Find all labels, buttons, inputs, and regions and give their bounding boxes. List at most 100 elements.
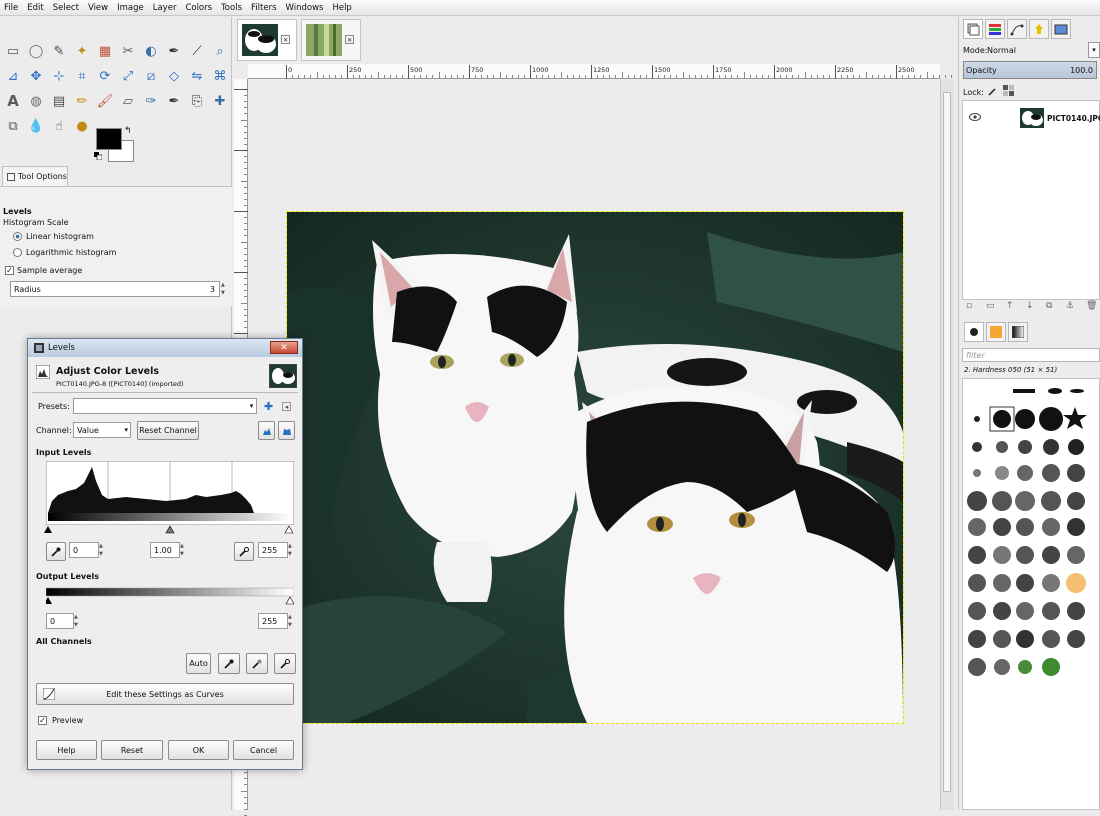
tab-gradients[interactable]	[1008, 322, 1028, 342]
anchor-layer-icon[interactable]: ⚓	[1066, 301, 1074, 311]
pick-white-all-button[interactable]	[274, 653, 296, 674]
layer-row[interactable]: PICT0140.JPG	[963, 105, 1100, 131]
edit-as-curves-button[interactable]: Edit these Settings as Curves	[36, 683, 294, 705]
levels-titlebar[interactable]: Levels ✕	[28, 339, 302, 357]
tab-patterns[interactable]	[986, 322, 1006, 342]
text-icon[interactable]: A	[4, 92, 22, 110]
presets-combo[interactable]	[73, 398, 257, 414]
smudge-icon[interactable]: ☝	[50, 117, 68, 135]
reset-channel-button[interactable]: Reset Channel	[137, 421, 199, 440]
presets-menu-icon[interactable]: ◂	[282, 402, 291, 411]
menu-view[interactable]: View	[88, 3, 108, 13]
input-sliders[interactable]	[44, 525, 294, 534]
bucket-fill-icon[interactable]: ◍	[27, 92, 45, 110]
input-high-field[interactable]: 255	[258, 542, 288, 558]
scale-icon[interactable]: ⤢	[119, 67, 137, 85]
ok-button[interactable]: OK	[168, 740, 229, 760]
pencil-icon[interactable]: ✏	[73, 92, 91, 110]
blend-icon[interactable]: ▤	[50, 92, 68, 110]
preview-checkbox[interactable]: ✓	[38, 716, 47, 725]
heal-icon[interactable]: ✚	[211, 92, 229, 110]
cancel-button[interactable]: Cancel	[233, 740, 294, 760]
output-low-spinner[interactable]: ▲ ▼	[74, 613, 80, 629]
duplicate-layer-icon[interactable]: ⧉	[1046, 301, 1052, 311]
menu-windows[interactable]: Windows	[286, 3, 324, 13]
close-tab-icon[interactable]: ×	[345, 35, 354, 44]
menu-filters[interactable]: Filters	[251, 3, 276, 13]
airbrush-icon[interactable]: ✑	[142, 92, 160, 110]
new-layer-icon[interactable]: ▫	[966, 301, 972, 311]
output-low-field[interactable]: 0	[46, 613, 74, 629]
paintbrush-icon[interactable]: 🖌	[96, 92, 114, 110]
pick-black-all-button[interactable]	[218, 653, 240, 674]
tab-tool-options[interactable]: Tool Options	[2, 166, 68, 186]
lock-alpha-icon[interactable]	[1003, 85, 1014, 96]
move-icon[interactable]: ✥	[27, 67, 45, 85]
new-group-icon[interactable]: ▭	[986, 301, 995, 311]
radius-field[interactable]: Radius 3	[10, 281, 220, 297]
crop-icon[interactable]: ⌗	[73, 67, 91, 85]
rect-select-icon[interactable]: ▭	[4, 42, 22, 60]
presets-dropdown-arrow[interactable]: ▾	[246, 399, 257, 413]
lock-pixels-icon[interactable]	[987, 86, 997, 96]
image-tab-1[interactable]: ×	[237, 19, 297, 61]
tab-paths[interactable]	[1007, 19, 1027, 39]
help-button[interactable]: Help	[36, 740, 97, 760]
dodge-burn-icon[interactable]: ●	[73, 117, 91, 135]
close-icon[interactable]: ✕	[270, 341, 298, 354]
auto-button[interactable]: Auto	[186, 653, 211, 674]
vertical-scrollbar-thumb[interactable]	[943, 92, 951, 792]
output-gradient[interactable]	[46, 586, 294, 606]
brush-grid[interactable]	[962, 378, 1100, 810]
menu-layer[interactable]: Layer	[153, 3, 177, 13]
free-select-icon[interactable]: ✎	[50, 42, 68, 60]
blur-icon[interactable]: 💧	[27, 117, 45, 135]
swap-colors-icon[interactable]: ↰	[124, 126, 132, 136]
menu-edit[interactable]: Edit	[27, 3, 43, 13]
raise-layer-icon[interactable]: ↑	[1006, 301, 1014, 311]
mode-dropdown-arrow[interactable]: ▾	[1088, 42, 1100, 58]
eraser-icon[interactable]: ▱	[119, 92, 137, 110]
shear-icon[interactable]: ⧄	[142, 67, 160, 85]
menu-tools[interactable]: Tools	[221, 3, 242, 13]
foreground-color-swatch[interactable]	[96, 128, 122, 150]
reset-colors-icon[interactable]	[94, 152, 102, 160]
brush-filter-field[interactable]: filter	[962, 348, 1100, 362]
foreground-select-icon[interactable]: ◐	[142, 42, 160, 60]
add-preset-icon[interactable]: ✚	[264, 400, 273, 413]
rotate-icon[interactable]: ⟳	[96, 67, 114, 85]
linear-histogram-radio[interactable]	[13, 232, 22, 241]
fuzzy-select-icon[interactable]: ✦	[73, 42, 91, 60]
by-color-select-icon[interactable]: ▦	[96, 42, 114, 60]
pick-white-point-button[interactable]	[234, 542, 254, 561]
ink-icon[interactable]: ✒	[165, 92, 183, 110]
flip-icon[interactable]: ⇋	[188, 67, 206, 85]
image-tab-2[interactable]: ×	[301, 19, 361, 61]
logarithmic-histogram-radio[interactable]	[13, 248, 22, 257]
menu-help[interactable]: Help	[332, 3, 351, 13]
radius-spinner[interactable]: ▲ ▼	[221, 281, 227, 297]
input-low-spinner[interactable]: ▲ ▼	[99, 542, 105, 558]
close-tab-icon[interactable]: ×	[281, 35, 290, 44]
input-low-field[interactable]: 0	[69, 542, 99, 558]
pick-black-point-button[interactable]	[46, 542, 66, 561]
cat-photo[interactable]	[286, 211, 904, 724]
menu-select[interactable]: Select	[53, 3, 79, 13]
perspective-clone-icon[interactable]: ⧉	[4, 117, 22, 135]
reset-button[interactable]: Reset	[101, 740, 163, 760]
measure-icon[interactable]: ⊿	[4, 67, 22, 85]
perspective-icon[interactable]: ◇	[165, 67, 183, 85]
channel-combo[interactable]: Value ▾	[73, 422, 131, 438]
input-high-spinner[interactable]: ▲ ▼	[288, 542, 294, 558]
pick-gray-all-button[interactable]	[246, 653, 268, 674]
align-icon[interactable]: ⊹	[50, 67, 68, 85]
tab-brushes[interactable]	[964, 322, 984, 342]
tab-layers[interactable]	[963, 19, 983, 39]
mode-value[interactable]: Normal	[987, 46, 1016, 55]
eye-icon[interactable]	[969, 113, 981, 121]
logarithmic-histogram-button[interactable]	[278, 421, 295, 440]
cage-icon[interactable]: ⌘	[211, 67, 229, 85]
output-high-field[interactable]: 255	[258, 613, 288, 629]
tab-channels[interactable]	[985, 19, 1005, 39]
tab-images[interactable]	[1051, 19, 1071, 39]
